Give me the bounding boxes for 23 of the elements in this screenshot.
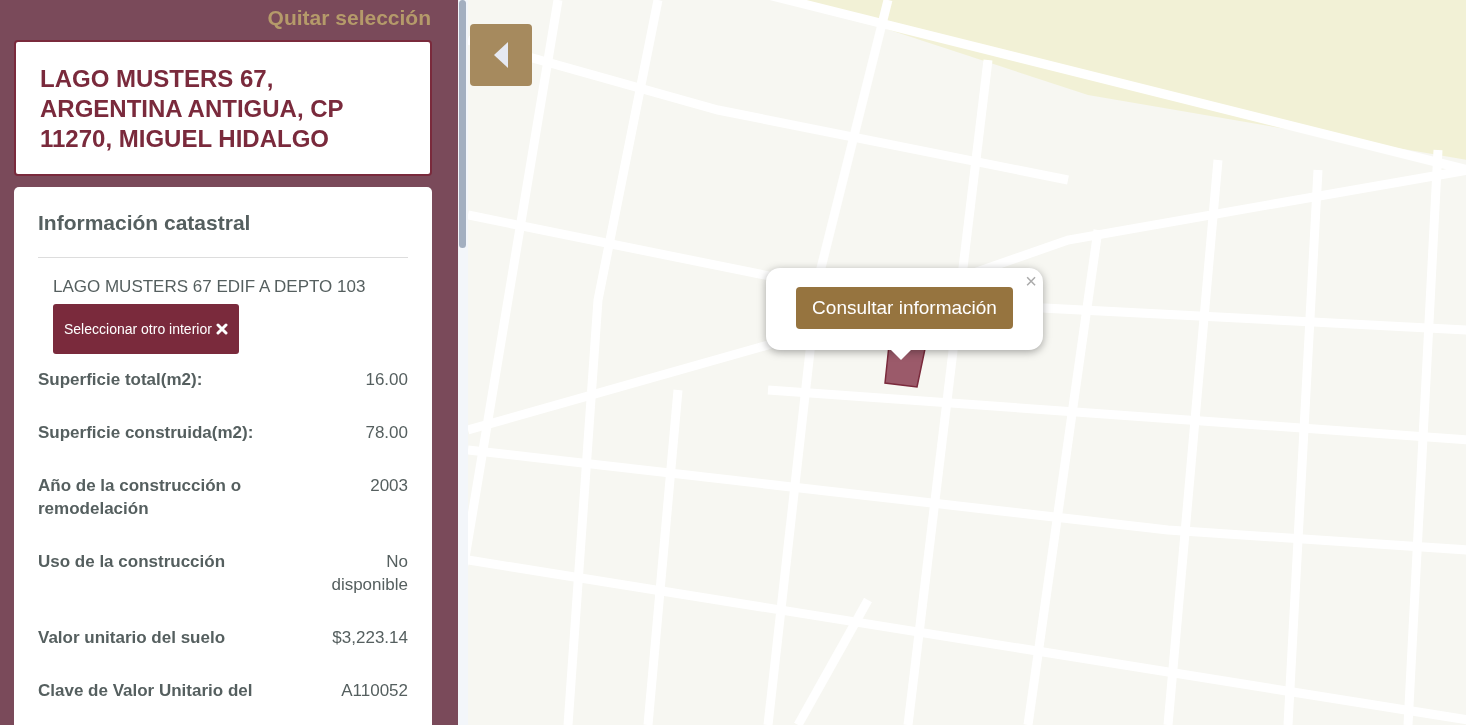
field-label: Uso de la construcción — [38, 551, 226, 573]
triangle-left-icon — [493, 41, 509, 69]
field-value: 78.00 — [365, 422, 408, 444]
clear-selection-link[interactable]: Quitar selección — [267, 6, 431, 29]
field-label: Superficie total(m2): — [38, 369, 203, 391]
select-other-unit-button[interactable]: Seleccionar otro interior — [53, 304, 239, 354]
field-value: 16.00 — [365, 369, 408, 391]
field-label: Año de la construcción o remodelación — [38, 475, 243, 520]
field-value: A110052 — [341, 680, 408, 702]
consult-info-button[interactable]: Consultar información — [796, 287, 1013, 329]
collapse-panel-button[interactable] — [470, 24, 532, 86]
address-title: LAGO MUSTERS 67, ARGENTINA ANTIGUA, CP 11270, MIGUEL HIDALGO — [14, 40, 432, 176]
field-label: Clave de Valor Unitario del — [38, 680, 253, 702]
field-label: Valor unitario del suelo — [38, 627, 226, 649]
section-title: Información catastral — [38, 211, 252, 235]
close-icon — [215, 323, 228, 335]
popup-close-button[interactable]: × — [1025, 270, 1037, 292]
field-value: 2003 — [370, 475, 408, 497]
field-label: Superficie construida(m2): — [38, 422, 254, 444]
unit-text: LAGO MUSTERS 67 EDIF A DEPTO 103 — [53, 277, 366, 296]
scrollbar-thumb[interactable] — [459, 0, 466, 248]
field-value: $3,223.14 — [332, 627, 408, 649]
field-value: No disponible — [330, 551, 408, 596]
